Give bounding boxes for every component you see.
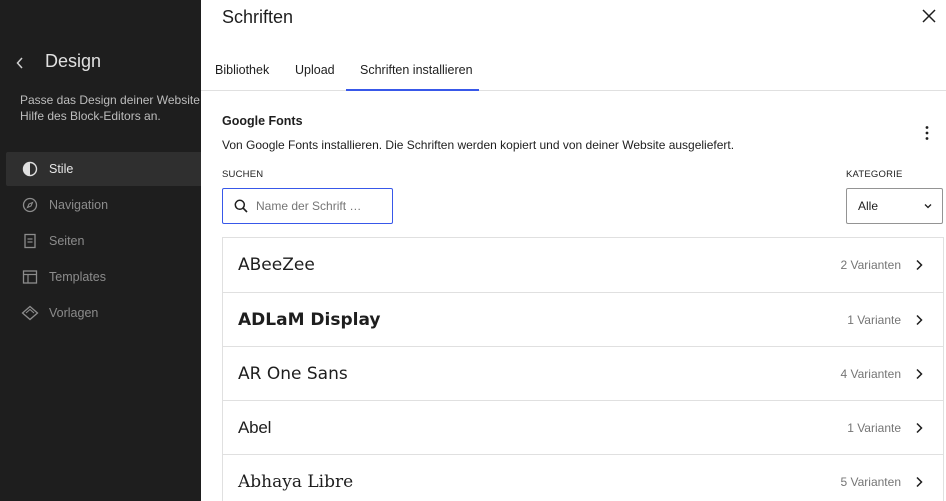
layout-icon [21,268,39,286]
sidebar-item-label: Templates [49,270,106,284]
chevron-right-icon [913,366,925,382]
page-icon [21,232,39,250]
chevron-right-icon [913,312,925,328]
search-field[interactable] [222,188,393,224]
font-name: ABeeZee [238,255,315,275]
font-name: Abhaya Libre [238,471,354,492]
close-icon [922,9,936,23]
font-name: Abel [238,417,272,437]
modal-tabs: Bibliothek Upload Schriften installieren [201,50,946,91]
category-selected-value: Alle [858,199,879,213]
modal-title: Schriften [222,7,294,27]
chevron-right-icon [913,257,925,273]
chevron-right-icon [913,420,925,436]
chevron-right-icon [913,474,925,490]
search-icon [233,198,249,214]
sidebar-item-label: Seiten [49,234,85,248]
font-list-item[interactable]: AR One Sans 4 Varianten [223,347,943,401]
sidebar-nav: Stile Navigation Seiten Templates Vorlag… [6,152,201,332]
more-options-button[interactable] [917,122,937,144]
sidebar-item-label: Stile [49,162,74,176]
category-label: KATEGORIE [846,169,903,180]
font-variants: 2 Varianten [840,258,902,272]
font-list-item[interactable]: Abhaya Libre 5 Varianten [223,455,943,501]
font-list-item[interactable]: Abel 1 Variante [223,401,943,455]
sidebar-item-label: Vorlagen [49,306,99,320]
fonts-modal: Schriften Bibliothek Upload Schriften in… [201,0,946,501]
search-label: SUCHEN [222,169,264,180]
sidebar-header: Design [0,50,201,76]
tab-upload[interactable]: Upload [281,50,349,90]
font-variants: 5 Varianten [840,474,902,489]
close-button[interactable] [919,6,939,26]
font-variants: 4 Varianten [840,366,902,381]
vertical-ellipsis-icon [925,126,929,140]
chevron-down-icon [924,204,932,209]
diamond-icon [21,304,39,322]
search-input[interactable] [256,199,386,213]
sidebar-description: Passe das Design deiner Website m Hilfe … [20,93,200,123]
design-sidebar: Design Passe das Design deiner Website m… [0,0,201,501]
sidebar-item-templates[interactable]: Templates [6,260,201,294]
sidebar-item-stile[interactable]: Stile [6,152,201,186]
back-button[interactable] [12,53,28,73]
tab-schriften-installieren[interactable]: Schriften installieren [346,50,479,91]
chevron-left-icon [16,57,23,69]
font-list: ABeeZee 2 Varianten ADLaM Display 1 Vari… [222,237,944,501]
font-name: ADLaM Display [238,309,381,330]
compass-icon [21,196,39,214]
sidebar-item-navigation[interactable]: Navigation [6,188,201,222]
font-list-item[interactable]: ABeeZee 2 Varianten [223,238,943,293]
sidebar-item-label: Navigation [49,198,109,212]
half-circle-icon [21,160,39,178]
font-variants: 1 Variante [847,312,901,327]
tab-bibliothek[interactable]: Bibliothek [201,50,283,90]
section-description: Von Google Fonts installieren. Die Schri… [222,138,735,152]
sidebar-item-seiten[interactable]: Seiten [6,224,201,258]
sidebar-item-vorlagen[interactable]: Vorlagen [6,296,201,330]
font-variants: 1 Variante [847,420,901,435]
font-name: AR One Sans [238,363,348,384]
section-title: Google Fonts [222,114,303,128]
sidebar-title: Design [45,51,102,71]
category-select[interactable]: Alle [846,188,943,224]
font-list-item[interactable]: ADLaM Display 1 Variante [223,293,943,347]
